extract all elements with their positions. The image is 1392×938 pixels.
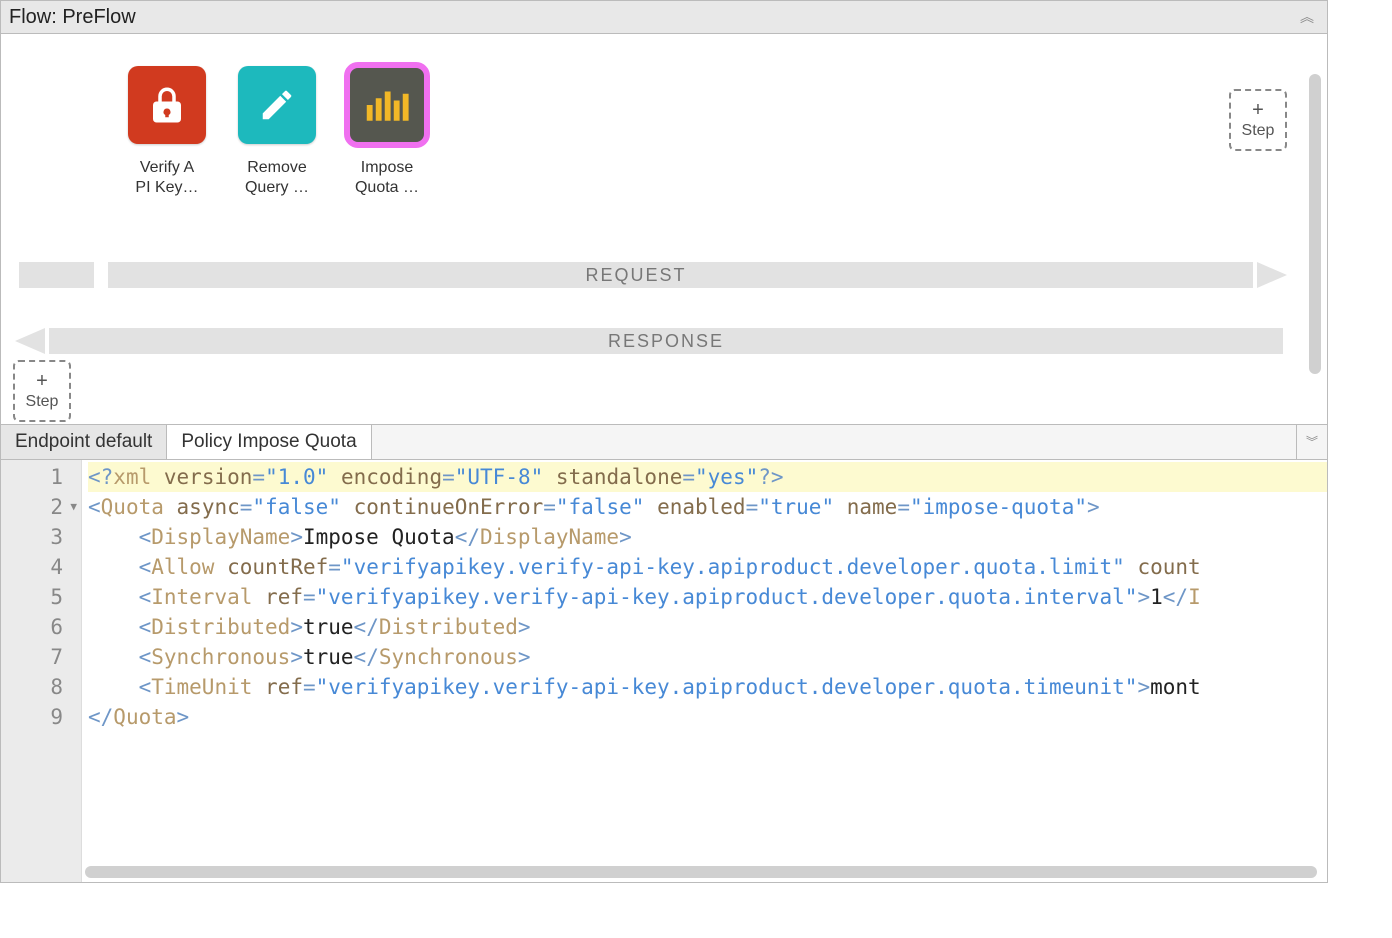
policy-step-impose-quota[interactable]: Impose Quota … (346, 66, 428, 198)
expand-down-icon[interactable]: ︾ (1296, 425, 1327, 459)
policy-step-remove-query[interactable]: Remove Query … (236, 66, 318, 198)
code-line: <Interval ref="verifyapikey.verify-api-k… (88, 582, 1327, 612)
line-number: 8 (1, 672, 75, 702)
collapse-up-icon[interactable]: ︽ (1295, 5, 1319, 29)
plus-icon: + (1252, 100, 1264, 120)
flow-title: Flow: PreFlow (9, 6, 136, 29)
line-number: 5 (1, 582, 75, 612)
flow-canvas: Verify A PI Key… Remove Query … Impose Quo… (1, 34, 1327, 424)
remove-query-icon (238, 66, 316, 144)
tab-policy-impose-quota[interactable]: Policy Impose Quota (167, 425, 371, 459)
vertical-scrollbar[interactable] (1309, 74, 1321, 374)
code-line: <TimeUnit ref="verifyapikey.verify-api-k… (88, 672, 1327, 702)
impose-quota-icon (348, 66, 426, 144)
code-line: <Synchronous>true</Synchronous> (88, 642, 1327, 672)
response-label: RESPONSE (584, 328, 748, 354)
plus-icon: + (36, 371, 48, 391)
line-number: 6 (1, 612, 75, 642)
code-line: <Distributed>true</Distributed> (88, 612, 1327, 642)
tab-endpoint-default[interactable]: Endpoint default (1, 425, 167, 459)
response-lane: RESPONSE (15, 328, 1287, 354)
policy-label: Impose Quota … (355, 158, 419, 198)
code-line: </Quota> (88, 702, 1327, 732)
request-label: REQUEST (561, 262, 710, 288)
line-number: 9 (1, 702, 75, 732)
code-line: <?xml version="1.0" encoding="UTF-8" sta… (88, 462, 1327, 492)
line-number: 4 (1, 552, 75, 582)
verify-api-key-icon (128, 66, 206, 144)
add-step-request-button[interactable]: + Step (1229, 89, 1287, 151)
code-line: <Quota async="false" continueOnError="fa… (88, 492, 1327, 522)
horizontal-scrollbar[interactable] (85, 866, 1317, 878)
line-number: 3 (1, 522, 75, 552)
add-step-response-button[interactable]: + Step (13, 360, 71, 422)
line-number: 1 (1, 462, 75, 492)
policy-label: Verify A PI Key… (135, 158, 198, 198)
fold-toggle-icon[interactable]: ▼ (70, 492, 77, 522)
add-step-label: Step (1242, 122, 1275, 140)
editor-tabs: Endpoint default Policy Impose Quota ︾ (1, 424, 1327, 460)
arrow-right-icon (1257, 262, 1287, 288)
code-area[interactable]: <?xml version="1.0" encoding="UTF-8" sta… (82, 460, 1327, 882)
line-number-gutter: 12▼3456789 (1, 460, 82, 882)
arrow-left-icon (15, 328, 45, 354)
xml-editor[interactable]: 12▼3456789 <?xml version="1.0" encoding=… (1, 460, 1327, 882)
policy-step-verify-api-key[interactable]: Verify A PI Key… (126, 66, 208, 198)
policy-label: Remove Query … (245, 158, 309, 198)
request-lane: REQUEST (15, 262, 1287, 288)
flow-header: Flow: PreFlow ︽ (1, 1, 1327, 34)
line-number: 2▼ (1, 492, 75, 522)
code-line: <DisplayName>Impose Quota</DisplayName> (88, 522, 1327, 552)
line-number: 7 (1, 642, 75, 672)
code-line: <Allow countRef="verifyapikey.verify-api… (88, 552, 1327, 582)
add-step-label: Step (26, 393, 59, 411)
